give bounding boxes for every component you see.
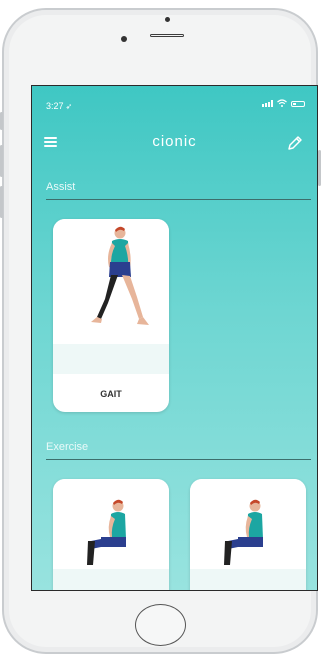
floor-shadow <box>53 569 169 590</box>
seated-person-image <box>53 479 169 569</box>
floor-shadow <box>53 344 169 374</box>
mute-switch <box>0 112 3 130</box>
power-button <box>318 150 321 186</box>
seated-person-image <box>190 479 306 569</box>
gait-card-label: GAIT <box>100 389 122 399</box>
walking-person-image <box>53 219 169 344</box>
status-bar: 3:27 ➶ <box>32 86 317 111</box>
home-button[interactable] <box>135 604 186 646</box>
earpiece-speaker <box>150 34 184 37</box>
location-arrow-icon: ➶ <box>65 102 73 111</box>
app-screen: 3:27 ➶ cionic Assist GAIT Exercise <box>31 85 318 591</box>
exercise-card[interactable] <box>190 479 306 590</box>
status-time: 3:27 ➶ <box>46 101 73 111</box>
front-camera <box>165 17 170 22</box>
wifi-icon <box>277 99 287 107</box>
section-title-exercise: Exercise <box>46 441 89 453</box>
app-header: cionic <box>32 126 317 154</box>
volume-down-button <box>0 186 3 218</box>
section-divider <box>46 459 311 460</box>
status-indicators <box>262 99 305 107</box>
battery-icon <box>291 101 305 107</box>
pencil-icon[interactable] <box>285 133 305 153</box>
proximity-sensor <box>121 36 127 42</box>
exercise-card[interactable] <box>53 479 169 590</box>
gait-card[interactable]: GAIT <box>53 219 169 412</box>
floor-shadow <box>190 569 306 590</box>
section-divider <box>46 199 311 200</box>
signal-icon <box>262 100 273 107</box>
section-title-assist: Assist <box>46 181 76 193</box>
brand-logo: cionic <box>152 133 197 150</box>
volume-up-button <box>0 145 3 177</box>
